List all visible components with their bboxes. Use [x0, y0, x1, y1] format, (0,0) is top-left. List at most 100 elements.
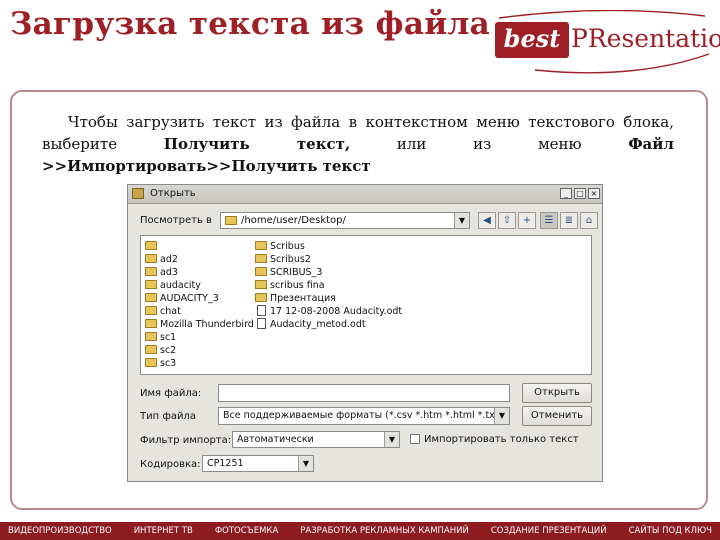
footer-item[interactable]: ИНТЕРНЕТ ТВ	[134, 526, 193, 536]
folder-icon	[145, 293, 157, 302]
import-filter-select[interactable]: Автоматически ▼	[232, 431, 400, 448]
footer-item[interactable]: РАЗРАБОТКА РЕКЛАМНЫХ КАМПАНИЙ	[300, 526, 469, 536]
folder-icon	[145, 280, 157, 289]
document-icon	[257, 318, 266, 329]
dialog-title: Открыть	[150, 188, 196, 199]
instruction-mid: или из меню	[396, 135, 582, 153]
folder-icon	[225, 216, 237, 225]
list-item[interactable]	[145, 240, 160, 253]
file-name: Scribus	[270, 241, 305, 252]
file-name: ad3	[160, 267, 178, 278]
file-name: Mozilla Thunderbird	[160, 319, 254, 330]
new-folder-icon[interactable]: +	[518, 212, 536, 229]
folder-icon	[255, 254, 267, 263]
file-name: sc1	[160, 332, 177, 343]
file-name: SCRIBUS_3	[270, 267, 323, 278]
brand-logo: best PResentation	[495, 10, 720, 76]
import-text-only-label: Импортировать только текст	[424, 434, 579, 445]
file-name: Scribus2	[270, 254, 311, 265]
list-item[interactable]: Презентация	[255, 292, 336, 305]
up-folder-icon[interactable]: ⇧	[498, 212, 516, 229]
footer-item[interactable]: САЙТЫ ПОД КЛЮЧ	[629, 526, 712, 536]
folder-icon	[145, 319, 157, 328]
folder-icon	[145, 345, 157, 354]
list-item[interactable]: ad2	[145, 253, 178, 266]
file-name: scribus fina	[270, 280, 325, 291]
filetype-label: Тип файла	[140, 411, 197, 422]
footer-item[interactable]: СОЗДАНИЕ ПРЕЗЕНТАЦИЙ	[491, 526, 607, 536]
encoding-select[interactable]: CP1251 ▼	[202, 455, 314, 472]
app-icon	[132, 188, 144, 199]
cancel-button[interactable]: Отменить	[522, 406, 592, 426]
list-item[interactable]: SCRIBUS_3	[255, 266, 322, 279]
chevron-down-icon[interactable]: ▼	[454, 213, 469, 228]
file-name: sc2	[160, 345, 177, 356]
folder-icon	[145, 267, 157, 276]
logo-badge: best	[495, 22, 569, 58]
open-button[interactable]: Открыть	[522, 383, 592, 403]
open-file-dialog: Открыть _ □ × Посмотреть в /home/user/De…	[127, 184, 603, 482]
folder-icon	[145, 254, 157, 263]
import-filter-value: Автоматически	[237, 434, 314, 445]
maximize-icon[interactable]: □	[574, 188, 586, 199]
file-name: Презентация	[270, 293, 336, 304]
list-item[interactable]: AUDACITY_3	[145, 292, 219, 305]
list-view-icon[interactable]: ☰	[540, 212, 558, 229]
list-item[interactable]: audacity	[145, 279, 201, 292]
list-item[interactable]: Mozilla Thunderbird	[145, 318, 254, 331]
filetype-select[interactable]: Все поддерживаемые форматы (*.csv *.htm …	[218, 407, 510, 425]
chevron-down-icon[interactable]: ▼	[298, 456, 313, 471]
import-filter-label: Фильтр импорта:	[140, 435, 232, 446]
detail-view-icon[interactable]: ≣	[560, 212, 578, 229]
folder-icon	[255, 267, 267, 276]
file-name: sc3	[160, 358, 177, 369]
footer-item[interactable]: ФОТОСЪЕМКА	[215, 526, 278, 536]
file-name: audacity	[160, 280, 201, 291]
list-item[interactable]: sc3	[145, 357, 176, 370]
file-name: AUDACITY_3	[160, 293, 219, 304]
list-item[interactable]: sc2	[145, 344, 176, 357]
list-item[interactable]: sc1	[145, 331, 176, 344]
file-list: ad2 ad3 audacity AUDACITY_3 chat Mozilla…	[140, 235, 592, 375]
list-item[interactable]: ad3	[145, 266, 178, 279]
look-in-path: /home/user/Desktop/	[241, 215, 346, 226]
list-item[interactable]: scribus fina	[255, 279, 325, 292]
command-get-text: Получить текст,	[163, 135, 351, 153]
footer-item[interactable]: ВИДЕОПРОИЗВОДСТВО	[8, 526, 112, 536]
file-name: 17 12-08-2008 Audacity.odt	[270, 306, 403, 317]
file-name: chat	[160, 306, 181, 317]
folder-icon	[145, 358, 157, 367]
document-icon	[257, 305, 266, 316]
look-in-combo[interactable]: /home/user/Desktop/ ▼	[220, 212, 470, 229]
close-icon[interactable]: ×	[588, 188, 600, 199]
folder-icon	[145, 241, 157, 250]
chevron-down-icon[interactable]: ▼	[384, 432, 399, 447]
folder-icon	[255, 241, 267, 250]
encoding-label: Кодировка:	[140, 459, 201, 470]
home-icon[interactable]: ⌂	[580, 212, 598, 229]
list-item[interactable]: Scribus	[255, 240, 305, 253]
back-icon[interactable]: ◀	[478, 212, 496, 229]
import-text-only-checkbox[interactable]	[410, 434, 420, 444]
footer-bar: ВИДЕОПРОИЗВОДСТВО ИНТЕРНЕТ ТВ ФОТОСЪЕМКА…	[0, 522, 720, 540]
list-item[interactable]: Audacity_metod.odt	[255, 318, 366, 331]
folder-icon	[145, 306, 157, 315]
list-item[interactable]: 17 12-08-2008 Audacity.odt	[255, 305, 402, 318]
dialog-titlebar[interactable]: Открыть _ □ ×	[128, 185, 602, 204]
filetype-value: Все поддерживаемые форматы (*.csv *.htm …	[223, 410, 499, 421]
file-name: ad2	[160, 254, 178, 265]
filename-label: Имя файла:	[140, 388, 202, 399]
slide-title: Загрузка текста из файла	[10, 6, 491, 42]
filename-input[interactable]	[218, 384, 510, 402]
logo-text: PResentation	[571, 24, 720, 53]
folder-icon	[255, 293, 267, 302]
encoding-value: CP1251	[207, 458, 244, 469]
folder-icon	[255, 280, 267, 289]
list-item[interactable]: chat	[145, 305, 181, 318]
chevron-down-icon[interactable]: ▼	[494, 408, 509, 424]
folder-icon	[145, 332, 157, 341]
list-item[interactable]: Scribus2	[255, 253, 311, 266]
file-name: Audacity_metod.odt	[270, 319, 366, 330]
look-in-label: Посмотреть в	[140, 215, 212, 226]
minimize-icon[interactable]: _	[560, 188, 572, 199]
